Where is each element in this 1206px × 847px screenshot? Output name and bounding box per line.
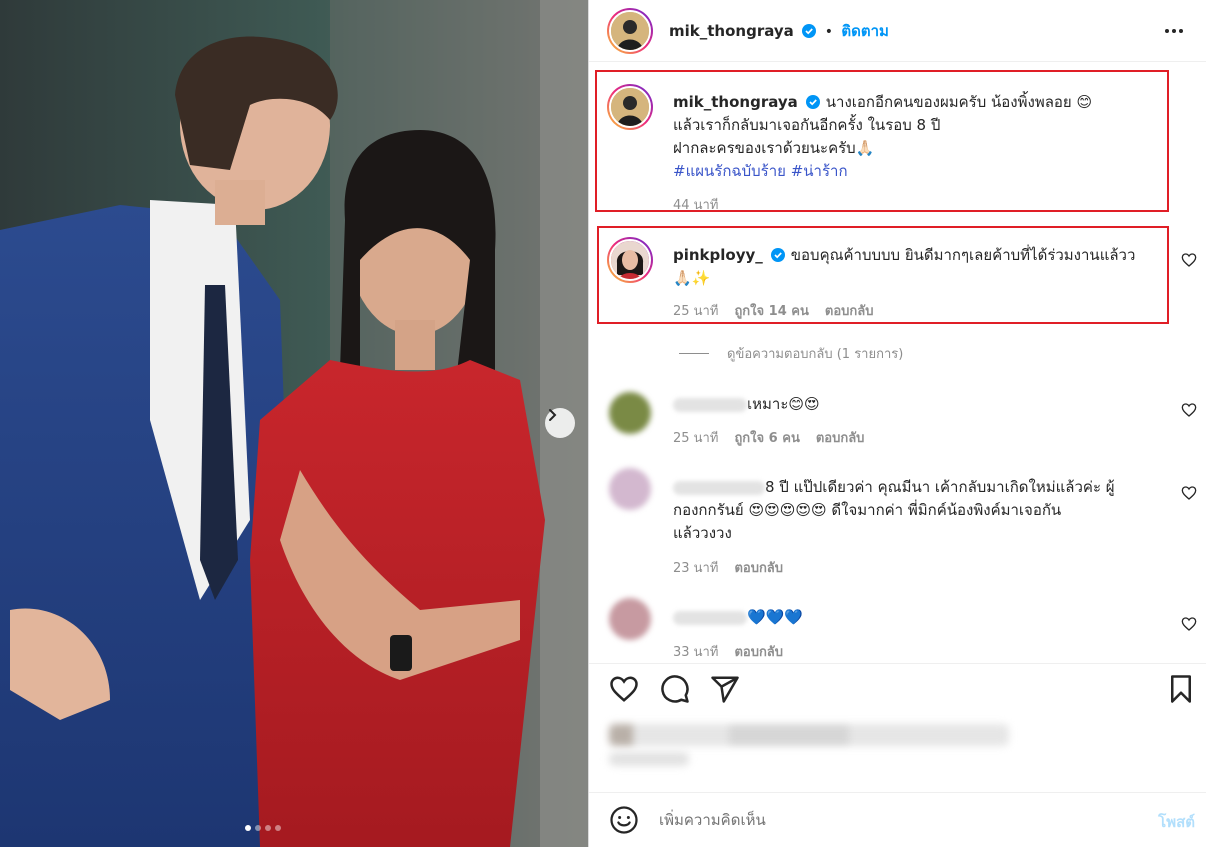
post-panel: mik_thongraya • ติดตาม mik_thongraya นางเ… bbox=[588, 0, 1206, 847]
follow-button[interactable]: ติดตาม bbox=[841, 22, 889, 40]
timestamp[interactable]: 25 นาที bbox=[673, 300, 718, 321]
carousel-dots bbox=[245, 825, 281, 831]
timestamp[interactable]: 23 นาที bbox=[673, 557, 718, 578]
heart-icon[interactable] bbox=[1181, 616, 1197, 632]
comment-line: กองกกรันย์ 😍😍😍😍😍 ดีใจมากค่า พี่มิกค์น้อง… bbox=[673, 501, 1062, 519]
caption-username[interactable]: mik_thongraya bbox=[673, 93, 798, 111]
carousel-dot bbox=[275, 825, 281, 831]
comment-avatar[interactable] bbox=[609, 392, 651, 434]
caption-line: นางเอกอีกคนของผมครับ น้องพิ้งพลอย 😊 bbox=[825, 93, 1093, 111]
comment-meta: 33 นาที ตอบกลับ bbox=[673, 641, 783, 662]
comment-text: เหมาะ😊😍 bbox=[673, 393, 1173, 416]
reply-button[interactable]: ตอบกลับ bbox=[816, 427, 865, 448]
avatar-image bbox=[611, 241, 649, 279]
comment-meta: 25 นาที ถูกใจ 14 คน ตอบกลับ bbox=[673, 300, 873, 321]
post-image bbox=[0, 0, 588, 847]
timestamp[interactable]: 44 นาที bbox=[673, 194, 718, 215]
comment-line: 🙏🏻✨ bbox=[673, 269, 711, 287]
comment-meta: 25 นาที ถูกใจ 6 คน ตอบกลับ bbox=[673, 427, 864, 448]
comment-avatar[interactable] bbox=[609, 598, 651, 640]
carousel-dot bbox=[245, 825, 251, 831]
comment-text: pinkployy_ ขอบคุณค้าบบบบ ยินดีมากๆเลยค้าบ… bbox=[673, 244, 1173, 290]
share-paper-plane-icon[interactable] bbox=[710, 674, 740, 704]
comment-line: 8 ปี แป๊ปเดียวค่า คุณมีนา เค้ากลับมาเกิด… bbox=[765, 478, 1115, 496]
caption-meta: 44 นาที bbox=[673, 194, 718, 215]
author-username[interactable]: mik_thongraya bbox=[669, 22, 794, 40]
comment-bubble-icon[interactable] bbox=[660, 674, 690, 704]
comment-line: เหมาะ😊😍 bbox=[747, 395, 820, 413]
comment-meta: 23 นาที ตอบกลับ bbox=[673, 557, 783, 578]
avatar-image bbox=[611, 88, 649, 126]
hashtag-link[interactable]: #แผนรักฉบับร้าย bbox=[673, 162, 786, 180]
comment-username[interactable]: pinkployy_ bbox=[673, 246, 763, 264]
comment-text: 💙💙💙 bbox=[673, 606, 1173, 629]
comment-avatar[interactable] bbox=[607, 237, 653, 283]
verified-badge-icon bbox=[805, 95, 820, 109]
comment-text: 8 ปี แป๊ปเดียวค่า คุณมีนา เค้ากลับมาเกิด… bbox=[673, 476, 1173, 545]
action-bar bbox=[589, 663, 1206, 713]
carousel-dot bbox=[255, 825, 261, 831]
caption-line: แล้วเราก็กลับมาเจอกันอีกครั้ง ในรอบ 8 ปี bbox=[673, 116, 941, 134]
carousel-next-button[interactable] bbox=[545, 408, 575, 438]
comment-username[interactable] bbox=[673, 397, 747, 412]
heart-icon[interactable] bbox=[1181, 252, 1197, 268]
like-count[interactable]: ถูกใจ 14 คน bbox=[734, 300, 808, 321]
timestamp[interactable]: 33 นาที bbox=[673, 641, 718, 662]
comment-line: แล้ววงวง bbox=[673, 524, 732, 542]
more-options-icon[interactable] bbox=[1165, 21, 1189, 41]
timestamp[interactable]: 25 นาที bbox=[673, 427, 718, 448]
caption-text: mik_thongraya นางเอกอีกคนของผมครับ น้องพิ… bbox=[673, 91, 1173, 183]
heart-icon[interactable] bbox=[1181, 485, 1197, 501]
verified-badge-icon bbox=[770, 248, 785, 262]
chevron-right-icon bbox=[549, 409, 557, 421]
view-replies-label: ดูข้อความตอบกลับ (1 รายการ) bbox=[727, 347, 904, 362]
like-count[interactable]: ถูกใจ 6 คน bbox=[734, 427, 799, 448]
emoji-smiley-icon[interactable] bbox=[609, 805, 639, 835]
comment-username[interactable] bbox=[673, 480, 765, 495]
hashtag-link[interactable]: #น่าร้าก bbox=[791, 162, 848, 180]
bookmark-icon[interactable] bbox=[1166, 674, 1196, 704]
comment-input[interactable] bbox=[659, 807, 1119, 833]
caption-avatar[interactable] bbox=[607, 84, 653, 130]
liked-by-summary[interactable] bbox=[609, 724, 1009, 746]
post-date bbox=[609, 752, 689, 766]
comment-line: 💙💙💙 bbox=[747, 608, 804, 626]
comment-username[interactable] bbox=[673, 610, 747, 625]
caption-line: ฝากละครของเราด้วยนะครับ🙏🏻 bbox=[673, 139, 875, 157]
comment-avatar[interactable] bbox=[609, 468, 651, 510]
avatar-image bbox=[611, 12, 649, 50]
like-heart-icon[interactable] bbox=[609, 674, 639, 704]
comment-line: ขอบคุณค้าบบบบ ยินดีมากๆเลยค้าบที่ได้ร่วม… bbox=[790, 246, 1136, 264]
post-comment-button[interactable]: โพสต์ bbox=[1158, 810, 1195, 834]
post-photo[interactable] bbox=[0, 0, 588, 847]
reply-button[interactable]: ตอบกลับ bbox=[734, 557, 783, 578]
view-replies-button[interactable]: ดูข้อความตอบกลับ (1 รายการ) bbox=[679, 343, 903, 364]
post-header: mik_thongraya • ติดตาม bbox=[589, 0, 1206, 62]
author-avatar[interactable] bbox=[607, 8, 653, 54]
carousel-dot bbox=[265, 825, 271, 831]
heart-icon[interactable] bbox=[1181, 402, 1197, 418]
reply-button[interactable]: ตอบกลับ bbox=[734, 641, 783, 662]
verified-badge-icon bbox=[802, 24, 817, 38]
comment-composer: โพสต์ bbox=[589, 792, 1206, 847]
reply-button[interactable]: ตอบกลับ bbox=[825, 300, 874, 321]
